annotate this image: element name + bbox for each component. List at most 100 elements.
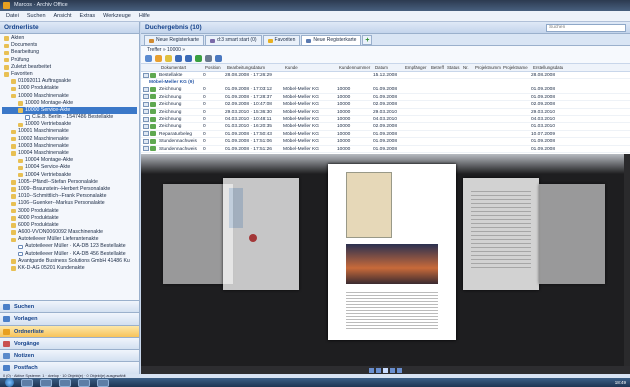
- table-row[interactable]: Zeichnung 0 04.03.2010 · 10:48:11 Möbel-Mel…: [141, 116, 630, 124]
- tree-item[interactable]: 10000 Vertriebsakte: [2, 121, 137, 128]
- table-row[interactable]: Zeichnung 0 01.03.2010 · 16:20:35 Möbel-Mel…: [141, 123, 630, 131]
- table-row[interactable]: Stundennachweis 0 01.09.2008 · 17:51:26 Möb…: [141, 146, 630, 153]
- nav-button[interactable]: Notizen: [0, 349, 139, 362]
- tree-item[interactable]: Autoteileeer Müller · KA-DB 456 Bestella…: [2, 251, 137, 258]
- add-tab-button[interactable]: +: [362, 35, 373, 45]
- table-row[interactable]: Zeichnung 0 01.09.2008 · 17:28:37 Möbel-Mel…: [141, 94, 630, 102]
- result-tab[interactable]: Favoriten: [262, 35, 301, 45]
- taskbar-app[interactable]: [78, 378, 90, 387]
- grid-column-header[interactable]: Empfänger: [403, 64, 429, 71]
- start-button[interactable]: [5, 378, 14, 387]
- table-row[interactable]: Zeichnung 0 02.09.2008 · 10:47:08 Möbel-Mel…: [141, 101, 630, 109]
- tree-item[interactable]: Autoteileeer Müller · KA-DB 123 Bestella…: [2, 243, 137, 250]
- grid-column-header[interactable]: Erstellungsdatum: [531, 64, 563, 71]
- forward-icon[interactable]: [185, 55, 192, 62]
- tree-item[interactable]: Avantgarde Business Solutions GmbH 41486…: [2, 258, 137, 265]
- tree-item[interactable]: KK-D-AG 05201 Kundenakte: [2, 265, 137, 272]
- nav-button[interactable]: Suchen: [0, 300, 139, 313]
- tree-item[interactable]: 10004 Service-Akte: [2, 164, 137, 171]
- page-thumb[interactable]: [369, 367, 374, 373]
- tree-item[interactable]: A600-VVON0060092 Maschinenakte: [2, 229, 137, 236]
- menu-item[interactable]: Datei: [6, 11, 19, 21]
- grid-column-header[interactable]: Kunde: [283, 64, 337, 71]
- grid-column-header[interactable]: Bearbeitungsdatum: [225, 64, 283, 71]
- tree-item[interactable]: 1005--Pfändl--Stefan Personalakte: [2, 179, 137, 186]
- mail-icon[interactable]: [215, 55, 222, 62]
- result-tab[interactable]: Neue Registerkarte: [301, 35, 362, 45]
- tree-item[interactable]: Bearbeitung: [2, 49, 137, 56]
- note-icon[interactable]: [165, 55, 172, 62]
- taskbar-app[interactable]: [97, 378, 109, 387]
- tree-item[interactable]: 10004 Montage-Akte: [2, 157, 137, 164]
- folder-icon[interactable]: [155, 55, 162, 62]
- taskbar-app[interactable]: [40, 378, 52, 387]
- breadcrumb[interactable]: Treffer » 10000 »: [141, 46, 630, 54]
- tree-item[interactable]: Prüfung: [2, 57, 137, 64]
- menu-item[interactable]: Extras: [80, 11, 96, 21]
- tree-item[interactable]: C.E.B. Berlin · 1547486 Bestellakte: [2, 114, 137, 121]
- preview-page-center[interactable]: [328, 164, 456, 340]
- tree-item[interactable]: 10002 Maschinenakte: [2, 136, 137, 143]
- tree-item[interactable]: 10004 Vertriebsakte: [2, 172, 137, 179]
- tree-item[interactable]: 10000 Montage-Akte: [2, 100, 137, 107]
- search-input[interactable]: Suchen: [546, 24, 626, 32]
- tree-item[interactable]: Autoteileeer Müller Lieferantenakte: [2, 236, 137, 243]
- page-thumb-current[interactable]: [383, 367, 388, 373]
- menu-item[interactable]: Ansicht: [54, 11, 72, 21]
- page-thumb[interactable]: [390, 367, 395, 373]
- back-icon[interactable]: [175, 55, 182, 62]
- grid-column-header[interactable]: Position: [203, 64, 225, 71]
- tree-item[interactable]: Favoriten: [2, 71, 137, 78]
- menu-item[interactable]: Hilfe: [139, 11, 150, 21]
- nav-button[interactable]: Postfach: [0, 361, 139, 374]
- grid-column-header[interactable]: Kundennummer: [337, 64, 373, 71]
- result-tab[interactable]: d:3 smart start (0): [205, 35, 262, 45]
- tree-item[interactable]: 1106--Guenker--Markus Personalakte: [2, 200, 137, 207]
- table-row[interactable]: Reparaturbeleg 0 01.09.2008 · 17:50:43 Möbe…: [141, 131, 630, 139]
- taskbar-app[interactable]: [59, 378, 71, 387]
- tree-item[interactable]: 10004 Maschinenakte: [2, 150, 137, 157]
- page-thumb[interactable]: [397, 367, 402, 373]
- menu-item[interactable]: Werkzeuge: [103, 11, 131, 21]
- preview-page-left[interactable]: [223, 178, 299, 290]
- preview-scrollbar[interactable]: [624, 154, 630, 374]
- grid-column-header[interactable]: Projektnummer: [473, 64, 501, 71]
- tree-item[interactable]: 10000 Maschinenakte: [2, 93, 137, 100]
- tree-item[interactable]: 6000 Produktakte: [2, 222, 137, 229]
- tree-item[interactable]: Documents: [2, 42, 137, 49]
- tree-item[interactable]: 4000 Produktakte: [2, 215, 137, 222]
- grid-column-header[interactable]: Status: [445, 64, 461, 71]
- tree-item[interactable]: 1010--Schmittlich--Frank Personalakte: [2, 193, 137, 200]
- grid-column-header[interactable]: Nr.: [461, 64, 473, 71]
- preview-page-right-far[interactable]: [539, 184, 605, 284]
- tree-item[interactable]: 1009--Braunstein--Herbert Personalakte: [2, 186, 137, 193]
- search-icon[interactable]: [145, 55, 152, 62]
- grid-column-header[interactable]: Betreff: [429, 64, 445, 71]
- grid-column-header[interactable]: Projektname: [501, 64, 531, 71]
- group-header[interactable]: Möbel-Meller KG (9): [141, 79, 630, 86]
- table-row[interactable]: Bestellakte 0 28.08.2008 · 17:26:29 15.12.2…: [141, 72, 630, 80]
- tree-item[interactable]: Zuletzt bearbeitet: [2, 64, 137, 71]
- tree-item[interactable]: 10001 Maschinenakte: [2, 128, 137, 135]
- refresh-icon[interactable]: [195, 55, 202, 62]
- table-row[interactable]: Stundennachweis 0 01.09.2008 · 17:51:06 Möb…: [141, 138, 630, 146]
- menu-item[interactable]: Suchen: [27, 11, 46, 21]
- nav-button[interactable]: Vorgänge: [0, 336, 139, 350]
- tree-item[interactable]: 01092011 Auftragsakte: [2, 78, 137, 85]
- tree-item[interactable]: 3000 Produktakte: [2, 208, 137, 215]
- tree-item[interactable]: 1000 Produktakte: [2, 85, 137, 92]
- nav-button[interactable]: Ordnerliste: [0, 324, 139, 337]
- table-row[interactable]: Zeichnung 0 01.09.2008 · 17:03:12 Möbel-Mel…: [141, 86, 630, 94]
- tree-item[interactable]: 10003 Maschinenakte: [2, 143, 137, 150]
- tree-item[interactable]: Akten: [2, 35, 137, 42]
- preview-page-right[interactable]: [463, 178, 539, 290]
- nav-button[interactable]: Vorlagen: [0, 312, 139, 325]
- print-icon[interactable]: [205, 55, 212, 62]
- table-row[interactable]: Zeichnung 0 29.03.2010 · 15:36:30 Möbel-Mel…: [141, 109, 630, 116]
- grid-column-header[interactable]: Datum: [373, 64, 403, 71]
- tree-item[interactable]: 10000 Service-Akte: [2, 106, 137, 115]
- page-thumb[interactable]: [376, 367, 381, 373]
- grid-column-header[interactable]: Dokumentart: [159, 64, 203, 71]
- result-tab[interactable]: Neue Registerkarte: [144, 35, 205, 45]
- taskbar-app[interactable]: [21, 378, 33, 387]
